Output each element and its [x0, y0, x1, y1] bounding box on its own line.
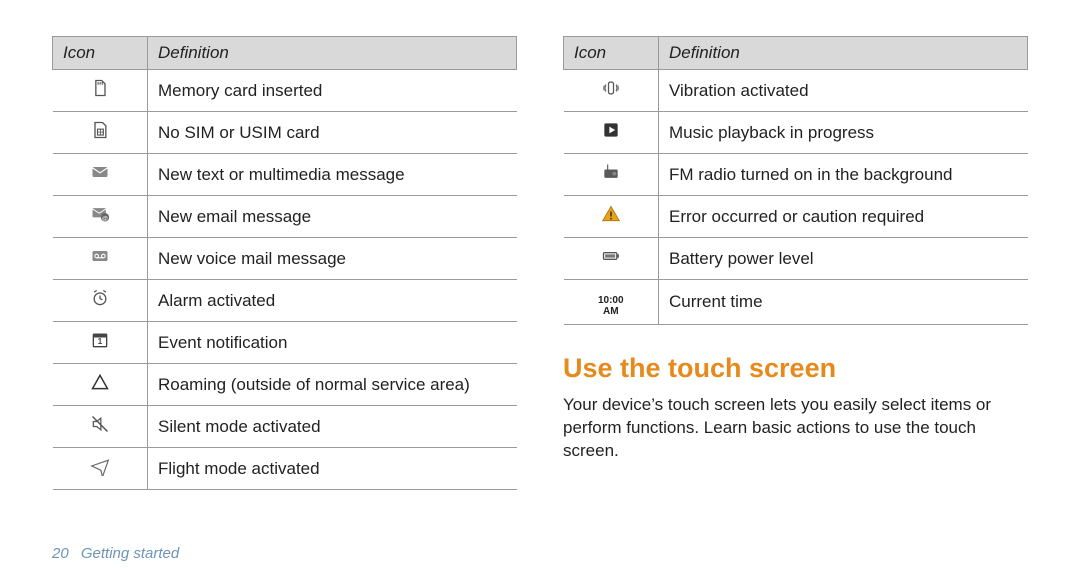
definition-cell: New email message	[148, 196, 517, 238]
table-row: 1 Event notification	[53, 322, 517, 364]
section-body: Your device’s touch screen lets you easi…	[563, 394, 1028, 463]
radio-icon	[599, 162, 623, 182]
roaming-triangle-icon	[88, 372, 112, 392]
sd-card-icon	[88, 78, 112, 98]
table-row: @ New email message	[53, 196, 517, 238]
definition-cell: Battery power level	[659, 238, 1028, 280]
table-row: Flight mode activated	[53, 448, 517, 490]
definition-cell: New text or multimedia message	[148, 154, 517, 196]
right-column: Icon Definition Vibration activated Musi…	[563, 36, 1028, 490]
table-row: New voice mail message	[53, 238, 517, 280]
definition-cell: Alarm activated	[148, 280, 517, 322]
table-row: No SIM or USIM card	[53, 112, 517, 154]
table-row: 10:00 AM Current time	[564, 280, 1028, 325]
calendar-event-icon: 1	[88, 330, 112, 350]
page-footer: 20 Getting started	[52, 545, 179, 562]
section-heading: Use the touch screen	[563, 353, 1028, 384]
voicemail-icon	[88, 246, 112, 266]
definition-cell: Vibration activated	[659, 70, 1028, 112]
silent-mode-icon	[88, 414, 112, 434]
sim-card-icon	[88, 120, 112, 140]
table-header-definition: Definition	[659, 37, 1028, 70]
page-number: 20	[52, 545, 69, 562]
table-row: Vibration activated	[564, 70, 1028, 112]
table-header-icon: Icon	[53, 37, 148, 70]
definition-cell: Silent mode activated	[148, 406, 517, 448]
warning-icon	[599, 204, 623, 224]
chapter-name: Getting started	[81, 545, 179, 562]
table-header-icon: Icon	[564, 37, 659, 70]
definition-cell: Event notification	[148, 322, 517, 364]
definition-cell: Roaming (outside of normal service area)	[148, 364, 517, 406]
play-square-icon	[599, 120, 623, 140]
definition-cell: FM radio turned on in the background	[659, 154, 1028, 196]
definition-cell: Flight mode activated	[148, 448, 517, 490]
table-row: Alarm activated	[53, 280, 517, 322]
definition-cell: Current time	[659, 280, 1028, 325]
clock-text-icon: 10:00 AM	[599, 296, 623, 316]
alarm-clock-icon	[88, 288, 112, 308]
page-content: Icon Definition Memory card inserted No …	[0, 0, 1080, 490]
icon-definition-table-left: Icon Definition Memory card inserted No …	[52, 36, 517, 490]
definition-cell: Music playback in progress	[659, 112, 1028, 154]
definition-cell: New voice mail message	[148, 238, 517, 280]
table-row: Music playback in progress	[564, 112, 1028, 154]
definition-cell: No SIM or USIM card	[148, 112, 517, 154]
envelope-at-icon: @	[88, 204, 112, 224]
table-row: Error occurred or caution required	[564, 196, 1028, 238]
table-row: FM radio turned on in the background	[564, 154, 1028, 196]
table-header-definition: Definition	[148, 37, 517, 70]
definition-cell: Memory card inserted	[148, 70, 517, 112]
table-row: Roaming (outside of normal service area)	[53, 364, 517, 406]
battery-icon	[599, 246, 623, 266]
table-row: Battery power level	[564, 238, 1028, 280]
definition-cell: Error occurred or caution required	[659, 196, 1028, 238]
table-row: New text or multimedia message	[53, 154, 517, 196]
envelope-icon	[88, 162, 112, 182]
table-row: Memory card inserted	[53, 70, 517, 112]
table-row: Silent mode activated	[53, 406, 517, 448]
vibration-icon	[599, 78, 623, 98]
svg-text:1: 1	[97, 336, 102, 346]
airplane-icon	[88, 456, 112, 476]
svg-text:@: @	[102, 216, 108, 222]
icon-definition-table-right: Icon Definition Vibration activated Musi…	[563, 36, 1028, 325]
left-column: Icon Definition Memory card inserted No …	[52, 36, 517, 490]
